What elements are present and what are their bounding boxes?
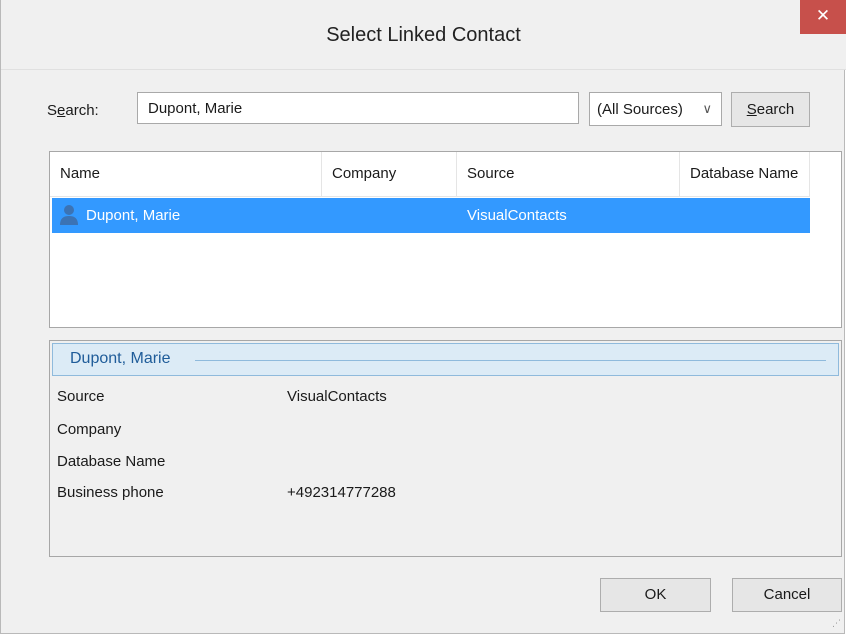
select-linked-contact-dialog: Select Linked Contact ✕ Search: (All Sou… [0,0,846,634]
source-dropdown[interactable]: (All Sources) ∨ [589,92,722,126]
detail-label-database-name: Database Name [57,453,166,470]
dialog-title: Select Linked Contact [326,24,521,46]
row-source: VisualContacts [467,207,567,224]
close-icon: ✕ [815,6,831,25]
column-header-name[interactable]: Name [50,152,322,196]
column-header-database-name[interactable]: Database Name [680,152,810,196]
detail-label-company: Company [57,421,122,438]
search-label: Search: [47,102,99,119]
detail-label-business-phone: Business phone [57,484,164,501]
details-header-rule [195,360,826,361]
resize-grip-icon[interactable]: ⋰ [832,618,841,629]
column-header-company[interactable]: Company [322,152,457,196]
detail-label-source: Source [57,388,105,405]
details-contact-name: Dupont, Marie [70,350,171,367]
ok-button[interactable]: OK [600,578,711,612]
search-button[interactable]: Search [731,92,810,127]
detail-value-source: VisualContacts [287,388,387,405]
details-header: Dupont, Marie [52,343,839,376]
divider [1,69,846,70]
person-icon [60,205,78,225]
results-list[interactable]: Name Company Source Database Name Dupont… [49,151,842,328]
search-input[interactable] [137,92,579,124]
title-bar[interactable]: Select Linked Contact ✕ [1,0,846,70]
table-row[interactable]: Dupont, Marie VisualContacts [52,198,810,233]
column-header-source[interactable]: Source [457,152,680,196]
close-button[interactable]: ✕ [800,0,846,34]
chevron-down-icon: ∨ [702,101,712,116]
cancel-button[interactable]: Cancel [732,578,842,612]
row-name: Dupont, Marie [86,207,181,224]
detail-value-business-phone: +492314777288 [287,484,396,501]
source-dropdown-value: (All Sources) [597,101,683,118]
contact-details-panel: Dupont, Marie Source VisualContacts Comp… [49,340,842,557]
results-header: Name Company Source Database Name [50,152,810,197]
